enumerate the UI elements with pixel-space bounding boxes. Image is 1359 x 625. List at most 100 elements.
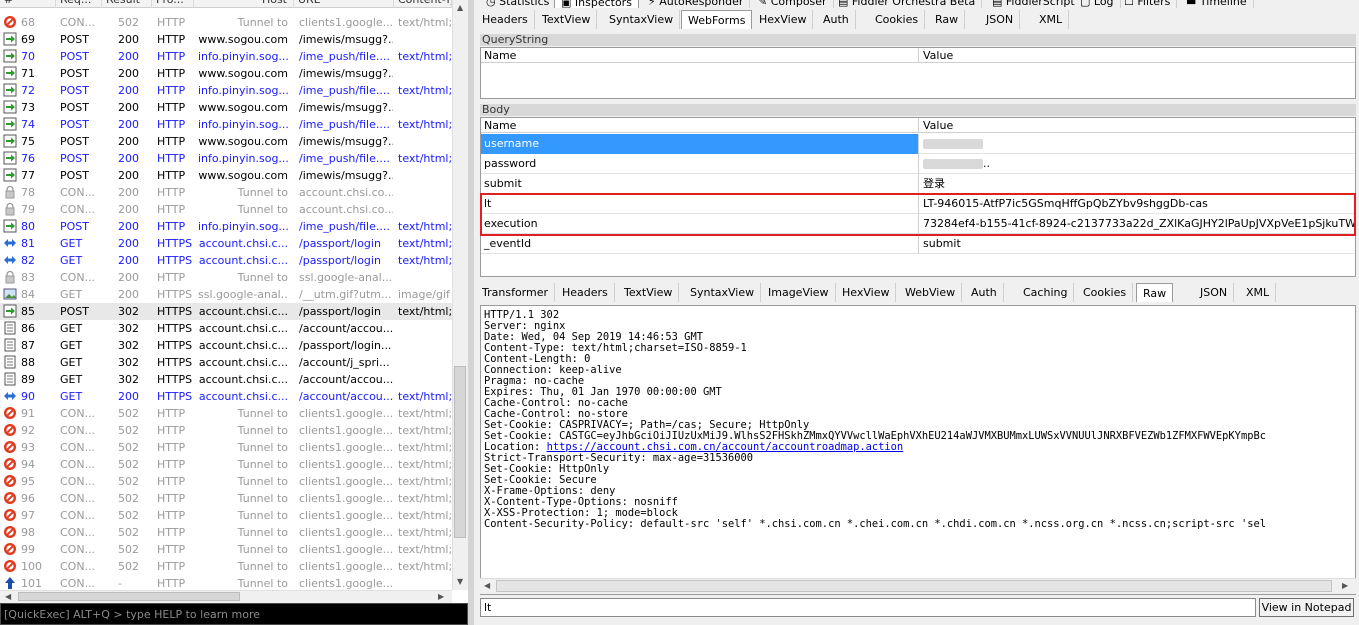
scroll-left-icon[interactable]: ◀ <box>5 590 11 603</box>
session-row[interactable]: 99 CON... 502 HTTP Tunnel to clients1.google.… <box>0 541 452 558</box>
col-content-type[interactable]: Content-Ty <box>394 0 452 8</box>
session-row[interactable]: 72 POST 200 HTTP info.pinyin.sog... /ime_push… <box>0 82 452 99</box>
session-row[interactable]: 83 CON... 200 HTTP Tunnel to ssl.google-anal.… <box>0 269 452 286</box>
session-row[interactable]: 75 POST 200 HTTP www.sogou.com/imewis/msugg?… <box>0 133 452 150</box>
req-tab-webforms[interactable]: WebForms <box>681 10 753 29</box>
session-row[interactable]: 84 GET 200 HTTPS ssl.google-anal... /__utm.gi… <box>0 286 452 303</box>
col-result[interactable]: Result <box>102 0 152 8</box>
session-url: /account/j_spri... <box>299 356 390 369</box>
session-row[interactable]: 89 GET 302 HTTPS account.chsi.c... /account/a… <box>0 371 452 388</box>
session-row[interactable]: 92 CON... 502 HTTP Tunnel to clients1.google.… <box>0 422 452 439</box>
req-tab-hexview[interactable]: HexView <box>753 10 814 29</box>
sessions-vscroll-thumb[interactable] <box>454 366 466 538</box>
col-protocol[interactable]: Pro... <box>152 0 194 8</box>
col-host[interactable]: Host <box>194 0 294 8</box>
session-row[interactable]: 90 GET 200 HTTPS account.chsi.c... /account/a… <box>0 388 452 405</box>
body-row-eventid[interactable]: _eventId submit <box>481 234 1355 254</box>
session-row[interactable]: 82 GET 200 HTTPS account.chsi.c... /passport/… <box>0 252 452 269</box>
tab-autoresponder[interactable]: ⚡ AutoResponder <box>642 0 751 8</box>
req-tab-syntaxview[interactable]: SyntaxView <box>603 10 681 29</box>
resp-tab-imageview[interactable]: ImageView <box>762 283 836 302</box>
body-row-password[interactable]: password.. <box>481 154 1355 174</box>
session-row[interactable]: 95 CON... 502 HTTP Tunnel to clients1.google.… <box>0 473 452 490</box>
resp-tab-transformer[interactable]: Transformer <box>476 283 556 302</box>
session-row[interactable]: 98 CON... 502 HTTP Tunnel to clients1.google.… <box>0 524 452 541</box>
tab-filters[interactable]: ☐ Filters <box>1118 0 1178 8</box>
quickexec-input[interactable]: [QuickExec] ALT+Q > type HELP to learn m… <box>0 603 468 625</box>
session-row[interactable]: 100 CON... 502 HTTP Tunnel to clients1.google… <box>0 558 452 575</box>
querystring-col-value[interactable]: Value <box>920 48 1355 63</box>
session-row[interactable]: 71 POST 200 HTTP www.sogou.com/imewis/msugg?… <box>0 65 452 82</box>
session-row[interactable]: 88 GET 302 HTTPS account.chsi.c... /account/j… <box>0 354 452 371</box>
session-row[interactable]: 94 CON... 502 HTTP Tunnel to clients1.google.… <box>0 456 452 473</box>
body-col-value[interactable]: Value <box>920 118 1355 133</box>
tab-orchestra[interactable]: ▤ Fiddler Orchestra Beta <box>832 0 983 8</box>
session-row[interactable]: 69 POST 200 HTTP www.sogou.com/imewis/msugg?… <box>0 31 452 48</box>
view-in-notepad-button[interactable]: View in Notepad <box>1259 598 1354 617</box>
session-row[interactable]: 79 CON... 200 HTTP Tunnel to account.chsi.co.… <box>0 201 452 218</box>
resp-scroll-left-icon[interactable]: ◀ <box>484 579 490 592</box>
col-num[interactable]: # <box>0 0 56 8</box>
resp-tab-textview[interactable]: TextView <box>618 283 680 302</box>
resp-tab-raw[interactable]: Raw <box>1136 283 1174 302</box>
querystring-grid[interactable]: Name Value <box>480 47 1356 99</box>
session-row[interactable]: 96 CON... 502 HTTP Tunnel to clients1.google.… <box>0 490 452 507</box>
session-row[interactable]: 97 CON... 502 HTTP Tunnel to clients1.google.… <box>0 507 452 524</box>
col-url[interactable]: URL <box>294 0 394 8</box>
body-field-value[interactable]: .. <box>920 154 1355 174</box>
scroll-right-icon[interactable]: ▶ <box>438 590 444 603</box>
session-row[interactable]: 70 POST 200 HTTP info.pinyin.sog... /ime_push… <box>0 48 452 65</box>
resp-tab-json[interactable]: JSON <box>1194 283 1235 302</box>
body-field-value[interactable]: 登录 <box>920 174 1355 194</box>
session-row[interactable]: 86 GET 302 HTTPS account.chsi.c... /account/a… <box>0 320 452 337</box>
body-row-username[interactable]: username <box>481 134 1355 154</box>
resp-scroll-right-icon[interactable]: ▶ <box>1342 579 1348 592</box>
session-row[interactable]: 91 CON... 502 HTTP Tunnel to clients1.google.… <box>0 405 452 422</box>
session-row[interactable]: 78 CON... 200 HTTP Tunnel to account.chsi.co.… <box>0 184 452 201</box>
req-tab-headers[interactable]: Headers <box>476 10 535 29</box>
tab-statistics[interactable]: ◷ Statistics <box>480 0 557 8</box>
response-hscroll-thumb[interactable] <box>496 580 1332 592</box>
req-tab-xml[interactable]: XML <box>1033 10 1070 29</box>
req-tab-cookies[interactable]: Cookies <box>869 10 926 29</box>
find-input[interactable]: lt <box>480 598 1256 617</box>
resp-tab-caching[interactable]: Caching <box>1017 283 1075 302</box>
resp-tab-hexview[interactable]: HexView <box>836 283 897 302</box>
resp-tab-syntaxview[interactable]: SyntaxView <box>684 283 762 302</box>
session-row[interactable]: 74 POST 200 HTTP info.pinyin.sog... /ime_push… <box>0 116 452 133</box>
tab-fiddlerscript[interactable]: ▤ FiddlerScript <box>986 0 1082 8</box>
req-tab-raw[interactable]: Raw <box>929 10 966 29</box>
resp-tab-auth[interactable]: Auth <box>965 283 1004 302</box>
req-tab-textview[interactable]: TextView <box>536 10 598 29</box>
tab-composer[interactable]: ✎ Composer <box>752 0 834 8</box>
tab-timeline[interactable]: ▬ Timeline <box>1180 0 1254 8</box>
session-num: 74 <box>21 118 35 131</box>
body-col-name[interactable]: Name <box>481 118 919 133</box>
resp-tab-headers[interactable]: Headers <box>556 283 615 302</box>
scroll-down-icon[interactable]: ▼ <box>457 575 463 588</box>
req-tab-json[interactable]: JSON <box>980 10 1021 29</box>
session-row[interactable]: 85 POST 302 HTTPS account.chsi.c... /passport… <box>0 303 452 320</box>
body-row-submit[interactable]: submit 登录 <box>481 174 1355 194</box>
sessions-hscroll-thumb[interactable] <box>18 592 240 601</box>
req-tab-auth[interactable]: Auth <box>817 10 856 29</box>
scroll-up-icon[interactable]: ▲ <box>457 1 463 14</box>
resp-tab-xml[interactable]: XML <box>1240 283 1277 302</box>
session-row[interactable]: 77 POST 200 HTTP www.sogou.com/imewis/msugg?… <box>0 167 452 184</box>
resp-tab-cookies[interactable]: Cookies <box>1077 283 1134 302</box>
body-field-value[interactable] <box>920 134 1355 154</box>
tab-inspectors[interactable]: ▣ Inspectors <box>554 0 639 9</box>
session-row[interactable]: 73 POST 200 HTTP www.sogou.com/imewis/msugg?… <box>0 99 452 116</box>
tab-log[interactable]: ▢ Log <box>1074 0 1121 8</box>
session-row[interactable]: 87 GET 302 HTTPS account.chsi.c... /passport/… <box>0 337 452 354</box>
session-row[interactable]: 80 POST 200 HTTP info.pinyin.sog... /ime_push… <box>0 218 452 235</box>
session-row[interactable]: 76 POST 200 HTTP info.pinyin.sog... /ime_push… <box>0 150 452 167</box>
resp-tab-webview[interactable]: WebView <box>899 283 963 302</box>
session-row[interactable]: 81 GET 200 HTTPS account.chsi.c... /passport/… <box>0 235 452 252</box>
col-method[interactable]: Req... <box>56 0 102 8</box>
session-row[interactable]: 93 CON... 502 HTTP Tunnel to clients1.google.… <box>0 439 452 456</box>
raw-response-view[interactable]: HTTP/1.1 302 Server: nginx Date: Wed, 04… <box>480 305 1356 595</box>
body-field-value[interactable]: submit <box>920 234 1355 254</box>
querystring-col-name[interactable]: Name <box>481 48 919 63</box>
session-row[interactable]: 68 CON... 502 HTTP Tunnel to clients1.google.… <box>0 14 452 31</box>
